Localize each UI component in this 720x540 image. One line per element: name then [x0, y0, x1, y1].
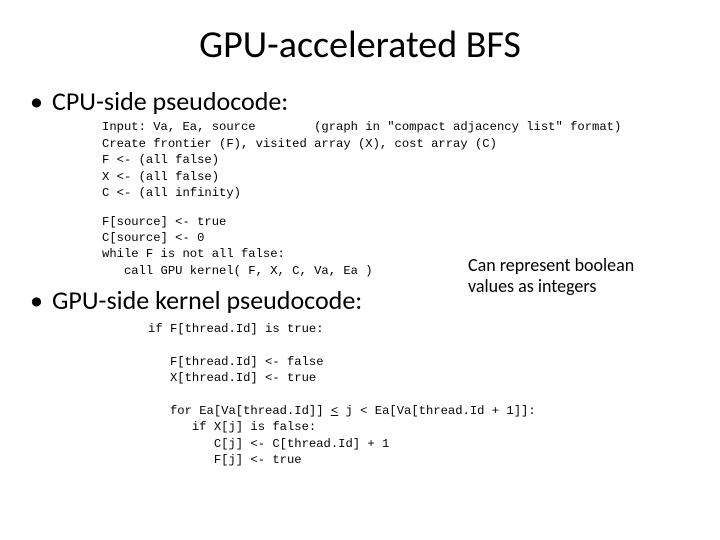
bullet-gpu: GPU-side kernel pseudocode:: [28, 285, 692, 316]
gpu-loop-pre: for Ea[Va[thread.Id]]: [148, 404, 331, 418]
gpu-l6: C[j] <- C[thread.Id] + 1: [148, 437, 389, 451]
bullet-list: CPU-side pseudocode:: [28, 86, 692, 117]
gpu-loop-mid: j: [338, 404, 360, 418]
gpu-l3: X[thread.Id] <- true: [148, 371, 316, 385]
gpu-code-block: if F[thread.Id] is true: F[thread.Id] <-…: [148, 321, 692, 469]
slide-title: GPU-accelerated BFS: [28, 22, 692, 68]
bullet-cpu: CPU-side pseudocode:: [28, 86, 692, 117]
gpu-l2: F[thread.Id] <- false: [148, 355, 324, 369]
gpu-l5: if X[j] is false:: [148, 420, 316, 434]
bullet-list-2: GPU-side kernel pseudocode:: [28, 285, 692, 316]
slide: GPU-accelerated BFS CPU-side pseudocode:…: [0, 0, 720, 540]
gpu-loop-post: Ea[Va[thread.Id + 1]]:: [367, 404, 535, 418]
gpu-l1: if F[thread.Id] is true:: [148, 322, 324, 336]
gpu-l7: F[j] <- true: [148, 453, 302, 467]
cpu-code-block-1: Input: Va, Ea, source (graph in "compact…: [102, 119, 692, 201]
